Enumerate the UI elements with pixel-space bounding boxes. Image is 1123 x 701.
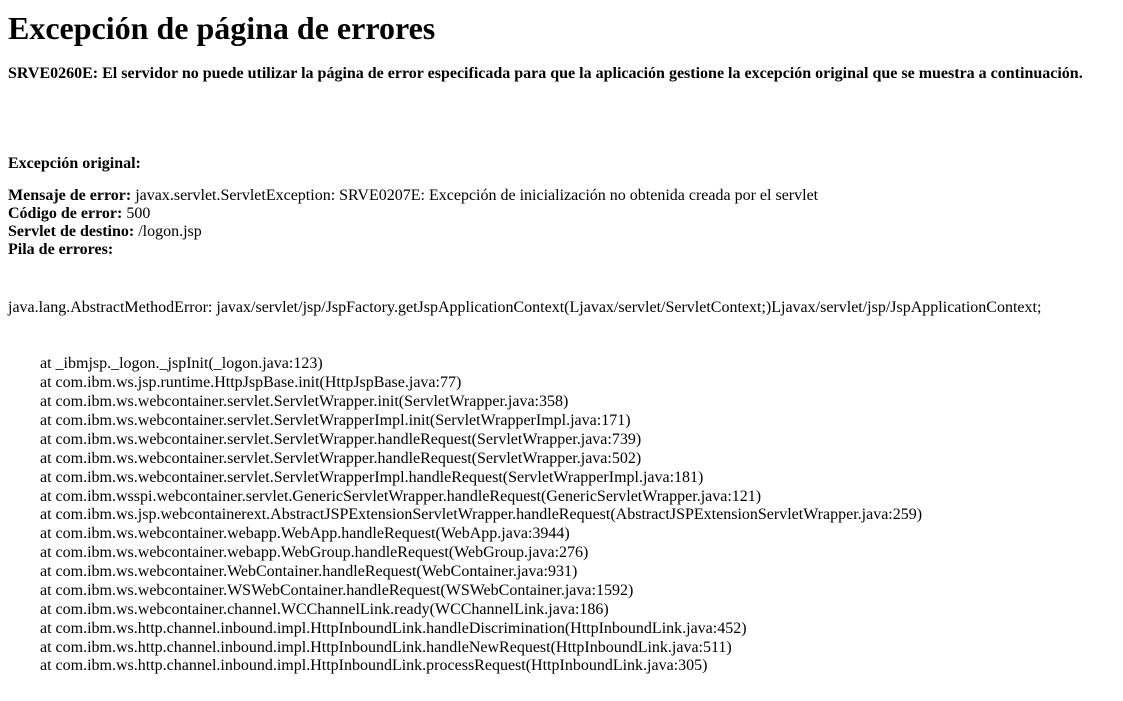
stack-frame: at com.ibm.ws.webcontainer.channel.WCCha… xyxy=(8,601,1115,620)
subhead: SRVE0260E: El servidor no puede utilizar… xyxy=(8,65,1115,83)
stack-frame: at _ibmjsp._logon._jspInit(_logon.java:1… xyxy=(8,355,1115,374)
stack-frame: at com.ibm.ws.webcontainer.webapp.WebGro… xyxy=(8,544,1115,563)
page-title: Excepción de página de errores xyxy=(8,10,1115,47)
target-servlet-label: Servlet de destino: xyxy=(8,223,134,240)
stack-frame: at com.ibm.ws.webcontainer.webapp.WebApp… xyxy=(8,525,1115,544)
stack-frame: at com.ibm.ws.http.channel.inbound.impl.… xyxy=(8,620,1115,639)
original-section-label: Excepción original: xyxy=(8,155,1115,173)
stack-frame: at com.ibm.ws.jsp.webcontainerext.Abstra… xyxy=(8,506,1115,525)
stack-frame: at com.ibm.ws.jsp.runtime.HttpJspBase.in… xyxy=(8,374,1115,393)
error-code-row: Código de error: 500 xyxy=(8,205,1115,223)
stack-trace: java.lang.AbstractMethodError: javax/ser… xyxy=(8,259,1115,695)
stack-frame: at com.ibm.ws.webcontainer.WSWebContaine… xyxy=(8,582,1115,601)
error-stack-label: Pila de errores: xyxy=(8,241,113,258)
error-code-label: Código de error: xyxy=(8,205,122,222)
stack-frame: at com.ibm.ws.webcontainer.servlet.Servl… xyxy=(8,431,1115,450)
error-message-value: javax.servlet.ServletException: SRVE0207… xyxy=(135,187,818,204)
stack-frame: at com.ibm.ws.webcontainer.servlet.Servl… xyxy=(8,393,1115,412)
stack-frame: at com.ibm.ws.webcontainer.WebContainer.… xyxy=(8,563,1115,582)
target-servlet-value: /logon.jsp xyxy=(138,223,202,240)
error-stack-label-row: Pila de errores: xyxy=(8,241,1115,259)
stack-head: java.lang.AbstractMethodError: javax/ser… xyxy=(8,299,1115,318)
stack-frames: at _ibmjsp._logon._jspInit(_logon.java:1… xyxy=(8,355,1115,676)
error-message-label: Mensaje de error: xyxy=(8,187,131,204)
error-code-value: 500 xyxy=(126,205,150,222)
error-message-row: Mensaje de error: javax.servlet.ServletE… xyxy=(8,187,1115,205)
stack-frame: at com.ibm.ws.http.channel.inbound.impl.… xyxy=(8,639,1115,658)
stack-frame: at com.ibm.ws.webcontainer.servlet.Servl… xyxy=(8,469,1115,488)
stack-frame: at com.ibm.ws.webcontainer.servlet.Servl… xyxy=(8,450,1115,469)
stack-frame: at com.ibm.ws.webcontainer.servlet.Servl… xyxy=(8,412,1115,431)
stack-frame: at com.ibm.ws.http.channel.inbound.impl.… xyxy=(8,657,1115,676)
stack-frame: at com.ibm.wsspi.webcontainer.servlet.Ge… xyxy=(8,488,1115,507)
target-servlet-row: Servlet de destino: /logon.jsp xyxy=(8,223,1115,241)
